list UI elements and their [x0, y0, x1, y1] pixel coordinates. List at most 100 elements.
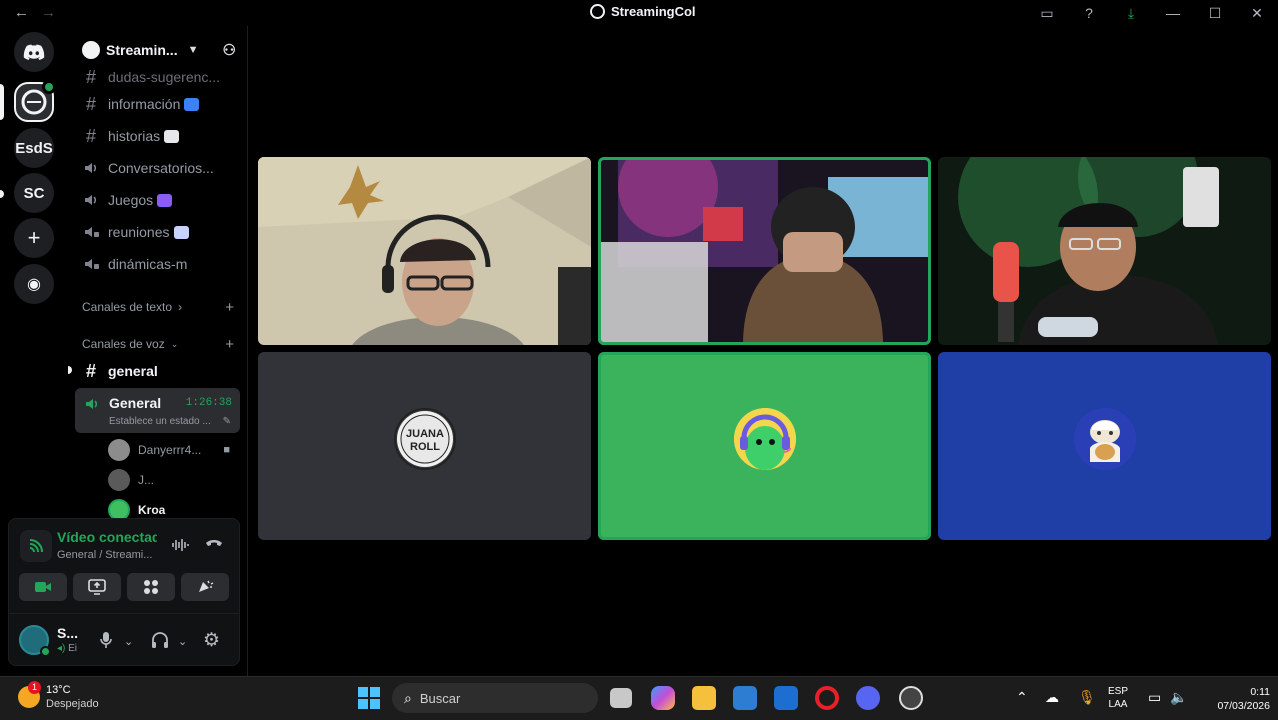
task-view-icon[interactable]: [610, 688, 632, 708]
copilot-icon[interactable]: [651, 686, 675, 710]
avatar-tile[interactable]: [598, 352, 931, 540]
info-emoji-icon: [184, 97, 200, 111]
volume-icon[interactable]: 🔈: [1170, 689, 1187, 706]
video-tile[interactable]: [938, 157, 1271, 345]
disconnect-icon[interactable]: [204, 535, 224, 554]
camera-button[interactable]: [19, 573, 67, 601]
channel-general-text[interactable]: # general: [76, 356, 240, 386]
server-logo-icon: [590, 4, 605, 19]
live-indicator: [42, 80, 56, 94]
server-name: Streamin...: [106, 42, 178, 58]
weather-condition: Despejado: [46, 698, 99, 710]
add-channel-icon[interactable]: +: [225, 336, 234, 353]
microphone-icon[interactable]: [99, 631, 113, 654]
explore-icon[interactable]: ◉: [14, 264, 54, 304]
channel-reuniones[interactable]: reuniones: [76, 217, 240, 247]
inbox-icon[interactable]: ▭: [1026, 5, 1068, 22]
keyboard-layout: LAA: [1108, 699, 1128, 710]
noise-suppression-icon[interactable]: [171, 537, 189, 556]
unread-pill: [0, 190, 4, 198]
voice-user[interactable]: Danyerrr4... ■: [108, 437, 238, 463]
user-status: ◂) Ei: [57, 643, 77, 654]
windows-taskbar: 1 13°C Despejado ⌕ Buscar ⌃ ☁ 🎙 ESP LAA: [0, 676, 1278, 720]
video-feed: [598, 157, 931, 345]
settings-gear-icon[interactable]: ⚙: [203, 629, 220, 652]
video-tile[interactable]: [258, 157, 591, 345]
online-status-icon: [40, 646, 51, 657]
server-esds[interactable]: EsdS: [14, 128, 54, 168]
soundboard-button[interactable]: [181, 573, 229, 601]
add-server-icon[interactable]: +: [14, 218, 54, 258]
close-button[interactable]: ✕: [1236, 5, 1278, 22]
weather-temperature: 13°C: [46, 684, 71, 696]
pencil-icon[interactable]: ✎: [223, 416, 231, 427]
chevron-down-icon: ▼: [187, 44, 199, 56]
nav-buttons: ← →: [14, 4, 56, 21]
weather-widget[interactable]: 1 13°C Despejado: [18, 681, 99, 711]
voice-connected-subtitle[interactable]: General / Streami...: [57, 549, 152, 561]
channel-informacion[interactable]: # información: [76, 89, 240, 119]
language-indicator[interactable]: ESP LAA: [1108, 685, 1128, 711]
signal-icon[interactable]: [20, 530, 52, 562]
onedrive-cloud-icon[interactable]: ☁: [1045, 689, 1059, 706]
file-explorer-icon[interactable]: [692, 686, 716, 710]
chevron-down-icon[interactable]: ⌄: [178, 635, 187, 648]
old-man-avatar-icon: [1074, 408, 1136, 470]
minimize-button[interactable]: —: [1152, 5, 1194, 21]
system-clock[interactable]: 0:11 07/03/2026: [1217, 685, 1270, 713]
camera-icon: [35, 582, 51, 592]
channel-dudas[interactable]: # dudas-sugerenc...: [76, 62, 240, 92]
voice-connected-title[interactable]: Vídeo conectad: [57, 529, 157, 545]
mail-icon[interactable]: [774, 686, 798, 710]
avatar-tile[interactable]: JUANA ROLL: [258, 352, 591, 540]
microphone-icon[interactable]: 🎙: [1078, 689, 1096, 706]
user-name[interactable]: S...: [57, 625, 78, 641]
category-text-channels[interactable]: Canales de texto › +: [82, 299, 234, 316]
avatar: [108, 439, 130, 461]
avatar: JUANA ROLL: [394, 408, 456, 470]
forward-arrow-icon[interactable]: →: [41, 4, 56, 21]
voice-status-prompt[interactable]: Establece un estado ...: [109, 416, 211, 427]
back-arrow-icon[interactable]: ←: [14, 4, 29, 21]
voice-channel-general[interactable]: General 1:26:38 Establece un estado ... …: [75, 388, 240, 433]
chevron-up-icon[interactable]: ⌃: [1016, 689, 1028, 706]
video-tile[interactable]: [598, 157, 931, 345]
gamepad-emoji-icon: [157, 193, 173, 207]
avatar-tile[interactable]: [938, 352, 1271, 540]
discord-home-icon[interactable]: [14, 32, 54, 72]
screen-share-icon: [88, 579, 106, 595]
category-voice-channels[interactable]: Canales de voz ⌄ +: [82, 336, 234, 353]
microsoft-store-icon[interactable]: [733, 686, 757, 710]
invite-user-icon[interactable]: ⚇: [223, 41, 236, 59]
chevron-down-icon[interactable]: ⌄: [124, 635, 133, 648]
channel-historias[interactable]: # historias: [76, 121, 240, 151]
chevron-right-icon: ›: [178, 300, 183, 314]
headphones-icon[interactable]: [151, 631, 169, 654]
help-icon[interactable]: ?: [1068, 5, 1110, 21]
svg-text:ROLL: ROLL: [410, 441, 440, 453]
discord-taskbar-icon[interactable]: [856, 686, 880, 710]
server-sc[interactable]: SC: [14, 173, 54, 213]
clock-time: 0:11: [1250, 686, 1270, 698]
channel-label: dinámicas-m: [108, 256, 188, 272]
voice-user[interactable]: J...: [108, 467, 238, 493]
activities-button[interactable]: [127, 573, 175, 601]
avatar: [734, 408, 796, 470]
title-bar: ← → StreamingCol ▭ ? ⤓ — ☐ ✕: [0, 0, 1278, 26]
channel-label: dudas-sugerenc...: [108, 69, 221, 85]
channel-conversatorios[interactable]: Conversatorios...: [76, 153, 240, 183]
channel-juegos[interactable]: Juegos: [76, 185, 240, 215]
streamingcol-server-icon[interactable]: [14, 80, 56, 122]
channel-dinamicas[interactable]: dinámicas-m: [76, 249, 240, 279]
screen-share-button[interactable]: [73, 573, 121, 601]
maximize-button[interactable]: ☐: [1194, 5, 1236, 22]
download-icon[interactable]: ⤓: [1110, 5, 1152, 22]
opera-browser-icon[interactable]: [815, 686, 839, 710]
network-icon[interactable]: ▭: [1148, 689, 1161, 706]
add-channel-icon[interactable]: +: [225, 299, 234, 316]
discord-window: ← → StreamingCol ▭ ? ⤓ — ☐ ✕ EsdS SC + ◉: [0, 0, 1278, 720]
active-server-pill: [0, 84, 4, 120]
taskbar-search[interactable]: ⌕ Buscar: [392, 683, 598, 713]
obs-icon[interactable]: [899, 686, 923, 710]
start-button[interactable]: [357, 686, 381, 710]
